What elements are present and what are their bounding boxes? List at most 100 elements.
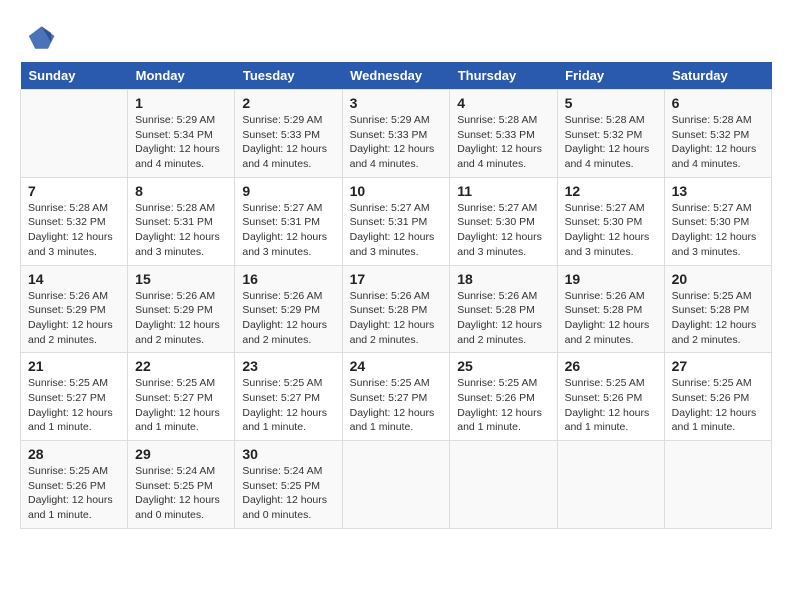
calendar-cell: 2 Sunrise: 5:29 AM Sunset: 5:33 PM Daylig… [235,90,342,178]
col-header-saturday: Saturday [664,62,771,90]
day-number: 2 [242,95,334,111]
calendar-cell: 19Sunrise: 5:26 AM Sunset: 5:28 PM Dayli… [557,265,664,353]
calendar-cell: 12 Sunrise: 5:27 AM Sunset: 5:30 PM Dayli… [557,177,664,265]
calendar-cell: 9Sunrise: 5:27 AM Sunset: 5:31 PM Daylig… [235,177,342,265]
calendar-cell: 20 Sunrise: 5:25 AM Sunset: 5:28 PM Dayli… [664,265,771,353]
calendar-cell: 13 Sunrise: 5:27 AM Sunset: 5:30 PM Dayli… [664,177,771,265]
calendar-week-row: 28 Sunrise: 5:25 AM Sunset: 5:26 PM Dayli… [21,441,772,529]
calendar-cell: 18 Sunrise: 5:26 AM Sunset: 5:28 PM Dayli… [450,265,557,353]
col-header-friday: Friday [557,62,664,90]
calendar-cell: 28 Sunrise: 5:25 AM Sunset: 5:26 PM Dayli… [21,441,128,529]
day-info: Sunrise: 5:24 AM Sunset: 5:25 PM Dayligh… [135,464,227,523]
day-number: 18 [457,271,549,287]
day-info: Sunrise: 5:25 AM Sunset: 5:26 PM Dayligh… [28,464,120,523]
calendar-cell: 7 Sunrise: 5:28 AM Sunset: 5:32 PM Daylig… [21,177,128,265]
day-info: Sunrise: 5:27 AM Sunset: 5:30 PM Dayligh… [672,201,764,260]
calendar-week-row: 1 Sunrise: 5:29 AM Sunset: 5:34 PM Daylig… [21,90,772,178]
day-info: Sunrise: 5:26 AM Sunset: 5:28 PM Dayligh… [565,289,657,348]
day-number: 13 [672,183,764,199]
calendar-table: SundayMondayTuesdayWednesdayThursdayFrid… [20,62,772,529]
col-header-monday: Monday [128,62,235,90]
day-number: 7 [28,183,120,199]
day-info: Sunrise: 5:25 AM Sunset: 5:27 PM Dayligh… [135,376,227,435]
calendar-cell: 8Sunrise: 5:28 AM Sunset: 5:31 PM Daylig… [128,177,235,265]
calendar-cell: 1 Sunrise: 5:29 AM Sunset: 5:34 PM Daylig… [128,90,235,178]
day-number: 5 [565,95,657,111]
calendar-cell [342,441,450,529]
day-number: 8 [135,183,227,199]
calendar-week-row: 7 Sunrise: 5:28 AM Sunset: 5:32 PM Daylig… [21,177,772,265]
day-number: 17 [350,271,443,287]
day-number: 27 [672,358,764,374]
day-number: 20 [672,271,764,287]
calendar-cell: 29Sunrise: 5:24 AM Sunset: 5:25 PM Dayli… [128,441,235,529]
calendar-cell [557,441,664,529]
calendar-header-row: SundayMondayTuesdayWednesdayThursdayFrid… [21,62,772,90]
calendar-cell: 11 Sunrise: 5:27 AM Sunset: 5:30 PM Dayli… [450,177,557,265]
day-info: Sunrise: 5:27 AM Sunset: 5:30 PM Dayligh… [457,201,549,260]
calendar-cell: 26 Sunrise: 5:25 AM Sunset: 5:26 PM Dayli… [557,353,664,441]
calendar-cell: 25Sunrise: 5:25 AM Sunset: 5:26 PM Dayli… [450,353,557,441]
day-number: 9 [242,183,334,199]
calendar-cell: 15Sunrise: 5:26 AM Sunset: 5:29 PM Dayli… [128,265,235,353]
day-number: 30 [242,446,334,462]
calendar-cell [664,441,771,529]
day-info: Sunrise: 5:24 AM Sunset: 5:25 PM Dayligh… [242,464,334,523]
day-info: Sunrise: 5:25 AM Sunset: 5:27 PM Dayligh… [350,376,443,435]
page-header [20,20,772,52]
calendar-cell: 14Sunrise: 5:26 AM Sunset: 5:29 PM Dayli… [21,265,128,353]
calendar-cell: 22 Sunrise: 5:25 AM Sunset: 5:27 PM Dayli… [128,353,235,441]
day-number: 3 [350,95,443,111]
day-info: Sunrise: 5:29 AM Sunset: 5:33 PM Dayligh… [350,113,443,172]
calendar-week-row: 21 Sunrise: 5:25 AM Sunset: 5:27 PM Dayli… [21,353,772,441]
day-number: 10 [350,183,443,199]
day-info: Sunrise: 5:25 AM Sunset: 5:27 PM Dayligh… [28,376,120,435]
col-header-tuesday: Tuesday [235,62,342,90]
day-info: Sunrise: 5:28 AM Sunset: 5:32 PM Dayligh… [672,113,764,172]
day-number: 4 [457,95,549,111]
day-number: 11 [457,183,549,199]
day-info: Sunrise: 5:27 AM Sunset: 5:30 PM Dayligh… [565,201,657,260]
calendar-cell: 30 Sunrise: 5:24 AM Sunset: 5:25 PM Dayli… [235,441,342,529]
calendar-cell: 16 Sunrise: 5:26 AM Sunset: 5:29 PM Dayli… [235,265,342,353]
day-info: Sunrise: 5:26 AM Sunset: 5:29 PM Dayligh… [28,289,120,348]
calendar-cell: 5 Sunrise: 5:28 AM Sunset: 5:32 PM Daylig… [557,90,664,178]
day-info: Sunrise: 5:26 AM Sunset: 5:28 PM Dayligh… [350,289,443,348]
col-header-sunday: Sunday [21,62,128,90]
day-number: 15 [135,271,227,287]
day-info: Sunrise: 5:28 AM Sunset: 5:32 PM Dayligh… [28,201,120,260]
day-number: 24 [350,358,443,374]
day-number: 22 [135,358,227,374]
calendar-cell: 21 Sunrise: 5:25 AM Sunset: 5:27 PM Dayli… [21,353,128,441]
day-info: Sunrise: 5:26 AM Sunset: 5:28 PM Dayligh… [457,289,549,348]
day-info: Sunrise: 5:29 AM Sunset: 5:33 PM Dayligh… [242,113,334,172]
col-header-thursday: Thursday [450,62,557,90]
day-number: 6 [672,95,764,111]
day-number: 23 [242,358,334,374]
calendar-cell: 17 Sunrise: 5:26 AM Sunset: 5:28 PM Dayli… [342,265,450,353]
day-info: Sunrise: 5:29 AM Sunset: 5:34 PM Dayligh… [135,113,227,172]
day-number: 26 [565,358,657,374]
day-number: 16 [242,271,334,287]
calendar-cell: 3 Sunrise: 5:29 AM Sunset: 5:33 PM Daylig… [342,90,450,178]
logo-icon [24,20,56,52]
calendar-cell: 27 Sunrise: 5:25 AM Sunset: 5:26 PM Dayli… [664,353,771,441]
calendar-cell: 10 Sunrise: 5:27 AM Sunset: 5:31 PM Dayli… [342,177,450,265]
day-info: Sunrise: 5:25 AM Sunset: 5:26 PM Dayligh… [672,376,764,435]
calendar-cell [450,441,557,529]
day-info: Sunrise: 5:25 AM Sunset: 5:28 PM Dayligh… [672,289,764,348]
calendar-cell: 23Sunrise: 5:25 AM Sunset: 5:27 PM Dayli… [235,353,342,441]
day-number: 12 [565,183,657,199]
day-info: Sunrise: 5:28 AM Sunset: 5:32 PM Dayligh… [565,113,657,172]
calendar-cell: 24 Sunrise: 5:25 AM Sunset: 5:27 PM Dayli… [342,353,450,441]
calendar-cell: 6 Sunrise: 5:28 AM Sunset: 5:32 PM Daylig… [664,90,771,178]
day-number: 1 [135,95,227,111]
calendar-cell: 4 Sunrise: 5:28 AM Sunset: 5:33 PM Daylig… [450,90,557,178]
day-number: 28 [28,446,120,462]
day-info: Sunrise: 5:28 AM Sunset: 5:33 PM Dayligh… [457,113,549,172]
day-info: Sunrise: 5:27 AM Sunset: 5:31 PM Dayligh… [350,201,443,260]
col-header-wednesday: Wednesday [342,62,450,90]
day-info: Sunrise: 5:25 AM Sunset: 5:26 PM Dayligh… [565,376,657,435]
day-info: Sunrise: 5:26 AM Sunset: 5:29 PM Dayligh… [242,289,334,348]
day-number: 21 [28,358,120,374]
